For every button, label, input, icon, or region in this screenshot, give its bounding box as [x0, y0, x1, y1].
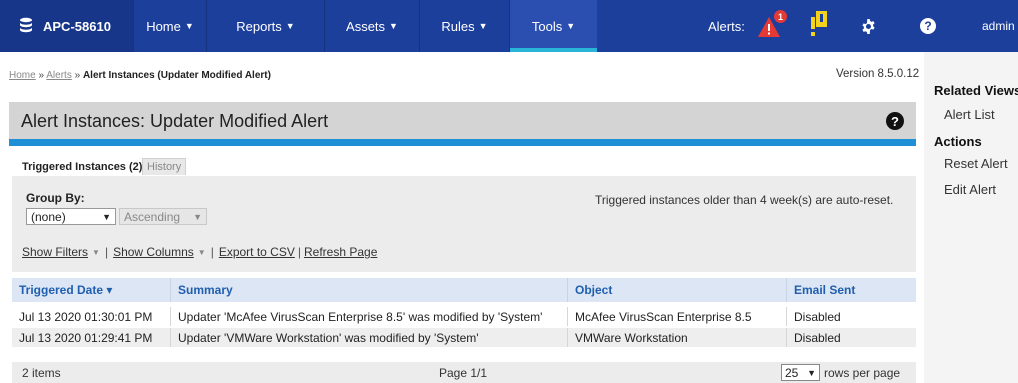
nav-assets-label: Assets [346, 18, 386, 34]
sort-order-select: Ascending ▼ [119, 208, 207, 225]
sort-order-value: Ascending [124, 209, 181, 224]
table-footer: 2 items Page 1/1 25 ▼ rows per page [12, 362, 916, 383]
filter-panel: Group By: (none) ▼ Ascending ▼ Triggered… [12, 176, 916, 272]
cell-object: VMWare Workstation [567, 328, 786, 347]
column-header-object[interactable]: Object [567, 278, 786, 302]
top-navbar: APC-58610 Home ▼ Reports ▼ Assets ▼ Rules ▼ … [0, 0, 1018, 52]
cell-summary: Updater 'McAfee VirusScan Enterprise 8.5… [170, 307, 567, 326]
breadcrumb-separator: » [71, 70, 83, 81]
cell-email-sent: Disabled [786, 307, 916, 326]
page-title: Alert Instances: Updater Modified Alert [21, 111, 329, 131]
toolbar-divider: | [297, 245, 301, 259]
cell-triggered-date: Jul 13 2020 01:29:41 PM [19, 330, 153, 345]
settings-button[interactable] [857, 0, 879, 52]
group-by-select[interactable]: (none) ▼ [26, 208, 116, 225]
chevron-down-icon: ▼ [102, 211, 111, 222]
warning-icon [811, 11, 827, 36]
help-icon: ? [920, 18, 936, 34]
column-header-summary[interactable]: Summary [170, 278, 567, 302]
auto-reset-note: Triggered instances older than 4 week(s)… [595, 193, 894, 207]
group-by-label: Group By: [26, 191, 85, 205]
help-icon[interactable]: ? [886, 112, 904, 130]
nav-reports-label: Reports [236, 18, 282, 34]
nav-assets[interactable]: Assets ▼ [324, 0, 419, 52]
page-title-bar: Alert Instances: Updater Modified Alert … [9, 102, 916, 146]
export-csv-link[interactable]: Export to CSV [219, 245, 295, 259]
nav-rules[interactable]: Rules ▼ [419, 0, 509, 52]
nav-rules-label: Rules [441, 18, 475, 34]
toolbar-divider: | [104, 245, 109, 259]
table-header: Triggered Date ▾ Summary Object Email Se… [12, 278, 916, 302]
breadcrumb-alerts[interactable]: Alerts [46, 70, 72, 81]
table-toolbar: Show Filters ▼ | Show Columns ▼ | Export t… [22, 245, 377, 259]
edit-alert-link[interactable]: Edit Alert [944, 182, 996, 197]
nav-home[interactable]: Home ▼ [133, 0, 206, 52]
cell-summary: Updater 'VMWare Workstation' was modifie… [170, 328, 567, 347]
dropdown-arrow-icon: ▼ [92, 247, 100, 257]
breadcrumb-home[interactable]: Home [9, 70, 36, 81]
caret-down-icon: ▼ [184, 21, 194, 31]
cell-object: McAfee VirusScan Enterprise 8.5 [567, 307, 786, 326]
help-button[interactable]: ? [918, 0, 938, 52]
related-views-heading: Related Views [934, 83, 1018, 98]
cell-email-sent: Disabled [786, 328, 916, 347]
cell-triggered-date: Jul 13 2020 01:30:01 PM [19, 309, 153, 324]
caret-down-icon: ▼ [478, 21, 488, 31]
caret-down-icon: ▼ [566, 21, 576, 31]
rows-per-page-label: rows per page [824, 366, 901, 380]
caret-down-icon: ▼ [389, 21, 398, 31]
item-count: 2 items [22, 366, 61, 380]
table-row[interactable]: Jul 13 2020 01:29:41 PM Updater 'VMWare … [12, 328, 916, 347]
alert-count-badge: 1 [774, 10, 787, 23]
page-indicator: Page 1/1 [439, 366, 488, 380]
user-menu[interactable]: admin [982, 0, 1015, 52]
warning-button[interactable] [808, 11, 830, 39]
breadcrumb-separator: » [35, 70, 47, 81]
rows-per-page-select[interactable]: 25 ▼ [781, 364, 820, 381]
version-label: Version 8.5.0.12 [836, 68, 920, 80]
table-row[interactable]: Jul 13 2020 01:30:01 PM Updater 'McAfee … [12, 307, 916, 326]
column-header-email-sent[interactable]: Email Sent [786, 278, 916, 302]
alert-triangle-button[interactable]: 1 [757, 10, 787, 40]
breadcrumb-current: Alert Instances (Updater Modified Alert) [82, 70, 271, 81]
show-filters-link[interactable]: Show Filters [22, 245, 88, 259]
gear-icon [861, 18, 875, 34]
toolbar-divider: | [210, 245, 214, 259]
chevron-down-icon: ▼ [807, 367, 816, 378]
nav-tools[interactable]: Tools ▼ [509, 0, 597, 52]
database-icon [18, 17, 34, 36]
caret-down-icon: ▼ [285, 21, 295, 31]
tab-history[interactable]: History [142, 158, 187, 175]
right-sidebar: Related Views Alert List Actions Reset A… [924, 52, 1018, 383]
dropdown-arrow-icon: ▼ [197, 247, 206, 257]
column-header-triggered-date[interactable]: Triggered Date ▾ [12, 278, 170, 302]
nav-tools-label: Tools [531, 18, 563, 34]
actions-heading: Actions [934, 134, 982, 149]
nav-home-label: Home [146, 18, 181, 34]
brand-label: APC-58610 [43, 18, 111, 34]
breadcrumb: Home » Alerts » Alert Instances (Updater… [9, 70, 271, 81]
chevron-down-icon: ▼ [193, 211, 202, 222]
refresh-page-link[interactable]: Refresh Page [304, 245, 377, 259]
alerts-label: Alerts: [708, 18, 745, 34]
reset-alert-link[interactable]: Reset Alert [944, 156, 1008, 171]
group-by-value: (none) [31, 209, 66, 224]
brand-button[interactable]: APC-58610 [0, 0, 133, 52]
nav-reports[interactable]: Reports ▼ [206, 0, 324, 52]
alert-list-link[interactable]: Alert List [944, 107, 995, 122]
tab-triggered-instances[interactable]: Triggered Instances (2) [18, 158, 147, 175]
rows-per-page-value: 25 [785, 365, 799, 380]
show-columns-link[interactable]: Show Columns [113, 245, 194, 259]
